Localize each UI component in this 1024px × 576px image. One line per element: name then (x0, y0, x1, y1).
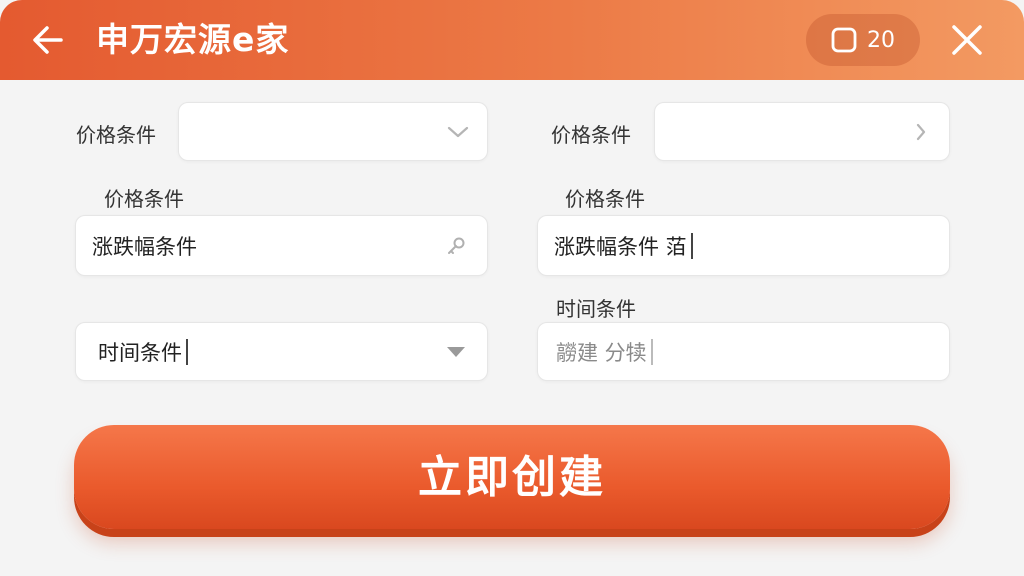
change-condition-input-2-text: 涨跌幅条件 萡 (554, 234, 687, 259)
time-condition-input[interactable]: 髝建 分犊 (537, 322, 950, 381)
arrow-left-icon (33, 26, 63, 54)
create-now-label: 立即创建 (418, 452, 606, 503)
tab-counter-button[interactable]: 20 (806, 14, 920, 66)
back-button[interactable] (28, 20, 68, 60)
triangle-down-icon (445, 345, 467, 359)
square-icon (831, 27, 857, 53)
price-condition-selector[interactable] (654, 102, 950, 161)
time-condition-input-text: 髝建 分犊 (556, 340, 647, 365)
text-cursor (186, 338, 188, 365)
change-condition-input-value: 涨跌幅条件 (92, 234, 197, 259)
chevron-down-icon (447, 125, 469, 139)
price-condition-label-3: 价格条件 (104, 187, 184, 211)
tab-count: 20 (867, 27, 895, 53)
price-condition-dropdown[interactable] (178, 102, 488, 161)
time-condition-label: 时间条件 (556, 297, 636, 321)
app-title: 申万宏源e家 (96, 20, 290, 59)
text-cursor (690, 232, 693, 259)
chevron-right-icon (915, 122, 927, 142)
time-condition-dropdown[interactable]: 时间条件 (75, 322, 488, 381)
change-condition-input[interactable]: 涨跌幅条件 (75, 215, 488, 276)
app-header: 申万宏源e家 20 (0, 0, 1024, 80)
close-icon (952, 25, 982, 55)
text-cursor (650, 338, 653, 365)
create-now-button[interactable]: 立即创建 (74, 425, 950, 529)
time-condition-input-value: 髝建 分犊 (556, 323, 653, 380)
time-condition-dropdown-text: 时间条件 (98, 340, 182, 365)
time-condition-dropdown-value: 时间条件 (98, 323, 188, 380)
close-button[interactable] (946, 19, 988, 61)
key-icon (445, 235, 467, 257)
price-condition-label-2: 价格条件 (551, 123, 631, 147)
change-condition-input-2[interactable]: 涨跌幅条件 萡 (537, 215, 950, 276)
price-condition-label-4: 价格条件 (565, 187, 645, 211)
change-condition-input-2-value: 涨跌幅条件 萡 (554, 216, 693, 275)
price-condition-label-1: 价格条件 (76, 123, 156, 147)
